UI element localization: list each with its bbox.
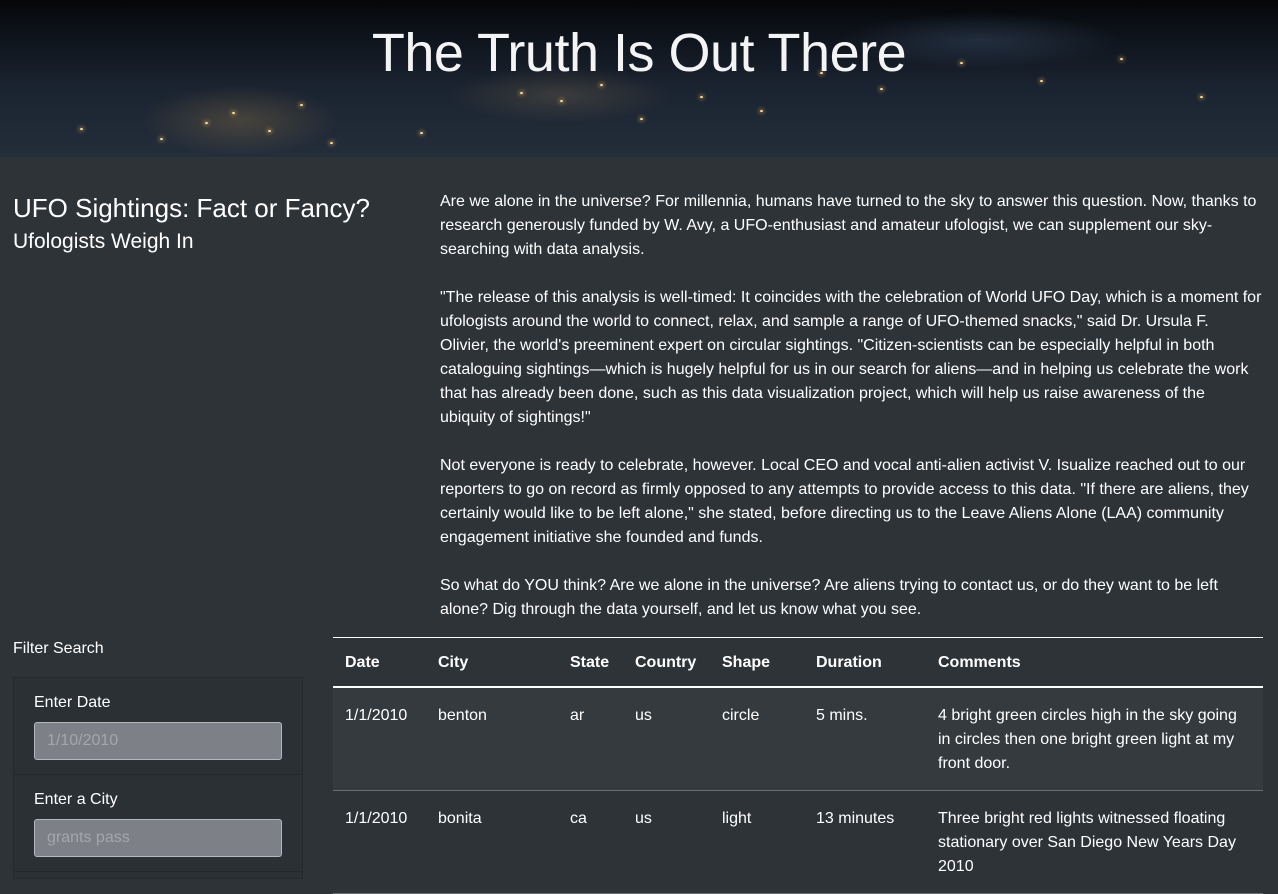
cell-comments: 4 bright green circles high in the sky g… <box>926 687 1263 791</box>
cell-city: bonita <box>426 790 558 894</box>
header-duration: Duration <box>804 637 926 688</box>
date-label: Enter Date <box>34 694 111 711</box>
cell-date: 1/1/2010 <box>333 790 426 894</box>
hero-banner: The Truth Is Out There <box>0 0 1278 157</box>
cell-shape: circle <box>710 687 804 791</box>
city-label: Enter a City <box>34 791 118 808</box>
cell-duration: 13 minutes <box>804 790 926 894</box>
page-title: UFO Sightings: Fact or Fancy? <box>13 193 370 223</box>
sightings-table: Date City State Country Shape Duration C… <box>333 637 1263 894</box>
cell-duration: 5 mins. <box>804 687 926 791</box>
page-subtitle: Ufologists Weigh In <box>13 230 194 253</box>
city-input[interactable] <box>34 819 282 857</box>
header-state: State <box>558 637 623 688</box>
sightings-table-container: Date City State Country Shape Duration C… <box>333 637 1263 894</box>
cell-state: ar <box>558 687 623 791</box>
cell-comments: Three bright red lights witnessed floati… <box>926 790 1263 894</box>
article-paragraph: "The release of this analysis is well-ti… <box>440 289 1262 426</box>
header-country: Country <box>623 637 710 688</box>
table-row: 1/1/2010 bonita ca us light 13 minutes T… <box>333 790 1263 894</box>
filter-date-item: Enter Date <box>14 678 302 775</box>
cell-date: 1/1/2010 <box>333 687 426 791</box>
article-paragraph: So what do YOU think? Are we alone in th… <box>440 577 1218 618</box>
table-header-row: Date City State Country Shape Duration C… <box>333 637 1263 688</box>
hero-title: The Truth Is Out There <box>371 23 907 83</box>
cell-city: benton <box>426 687 558 791</box>
cell-country: us <box>623 790 710 894</box>
date-input[interactable] <box>34 722 282 760</box>
article-body: Are we alone in the universe? For millen… <box>440 190 1262 646</box>
cell-shape: light <box>710 790 804 894</box>
article-paragraph: Not everyone is ready to celebrate, howe… <box>440 457 1249 546</box>
header-city: City <box>426 637 558 688</box>
cell-country: us <box>623 687 710 791</box>
header-shape: Shape <box>710 637 804 688</box>
header-date: Date <box>333 637 426 688</box>
cell-state: ca <box>558 790 623 894</box>
header-comments: Comments <box>926 637 1263 688</box>
filter-city-item: Enter a City <box>14 775 302 872</box>
article-paragraph: Are we alone in the universe? For millen… <box>440 193 1257 258</box>
filter-panel: Enter Date Enter a City <box>13 677 303 879</box>
filter-heading: Filter Search <box>13 640 104 657</box>
table-row: 1/1/2010 benton ar us circle 5 mins. 4 b… <box>333 687 1263 791</box>
